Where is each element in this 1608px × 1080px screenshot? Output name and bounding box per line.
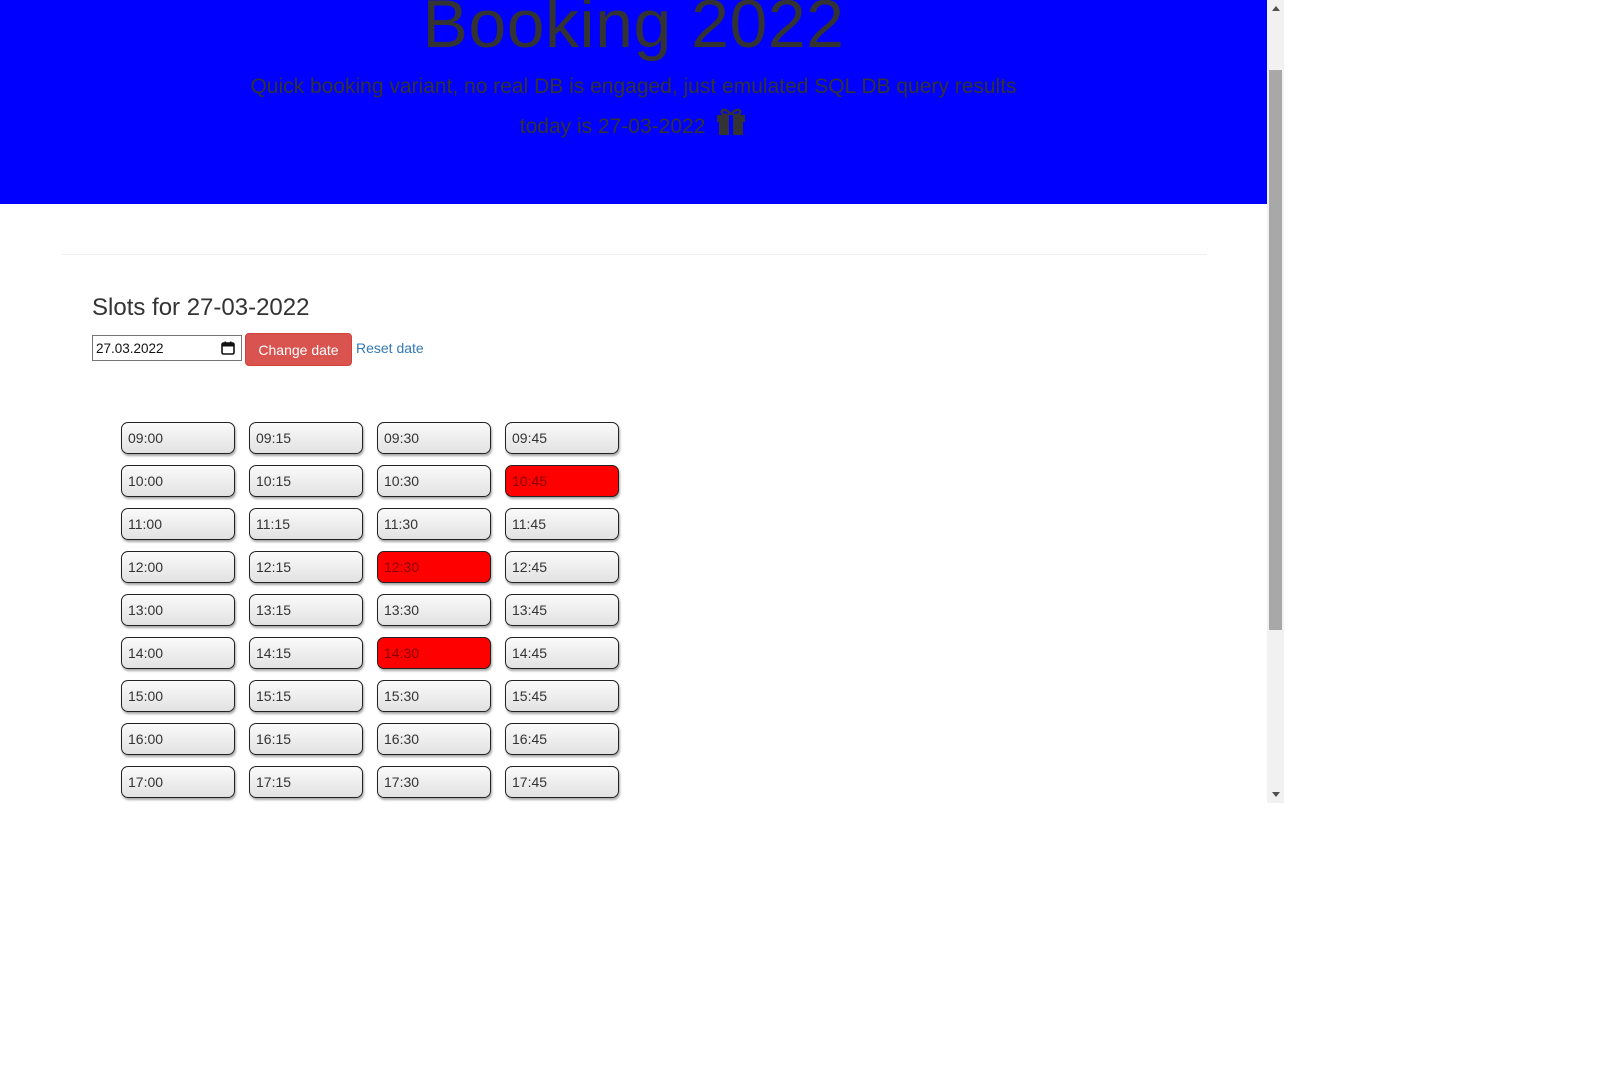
slot-button[interactable]: 12:45: [505, 551, 619, 583]
slot-button[interactable]: 15:45: [505, 680, 619, 712]
slot-button-booked[interactable]: 12:30: [377, 551, 491, 583]
slot-button[interactable]: 17:15: [249, 766, 363, 798]
slot-button[interactable]: 09:30: [377, 422, 491, 454]
slot-button[interactable]: 14:00: [121, 637, 235, 669]
page-title: Booking 2022: [422, 0, 845, 62]
slot-button[interactable]: 10:30: [377, 465, 491, 497]
change-date-button[interactable]: Change date: [245, 333, 352, 366]
slot-button[interactable]: 17:30: [377, 766, 491, 798]
scroll-up-arrow-icon[interactable]: [1267, 0, 1284, 17]
slot-button[interactable]: 13:45: [505, 594, 619, 626]
slot-button[interactable]: 12:15: [249, 551, 363, 583]
slot-button[interactable]: 16:00: [121, 723, 235, 755]
date-input-value: 27.03.2022: [96, 340, 164, 356]
slot-button[interactable]: 11:15: [249, 508, 363, 540]
slot-button[interactable]: 09:00: [121, 422, 235, 454]
slot-button[interactable]: 09:45: [505, 422, 619, 454]
today-line: today is 27-03-2022: [0, 108, 1267, 147]
gift-icon: [715, 108, 747, 147]
slot-button[interactable]: 13:30: [377, 594, 491, 626]
today-text: today is 27-03-2022: [519, 115, 706, 138]
scrollbar-thumb[interactable]: [1269, 70, 1282, 630]
slot-button[interactable]: 13:00: [121, 594, 235, 626]
slot-button[interactable]: 15:30: [377, 680, 491, 712]
slot-button[interactable]: 15:15: [249, 680, 363, 712]
slot-button-booked[interactable]: 10:45: [505, 465, 619, 497]
slot-button[interactable]: 16:15: [249, 723, 363, 755]
slot-button[interactable]: 12:00: [121, 551, 235, 583]
slot-button[interactable]: 16:45: [505, 723, 619, 755]
slot-button[interactable]: 11:30: [377, 508, 491, 540]
browser-viewport: Booking 2022 Quick booking variant, no r…: [0, 0, 1284, 811]
reset-date-link[interactable]: Reset date: [356, 340, 424, 356]
slot-button[interactable]: 15:00: [121, 680, 235, 712]
slot-grid: 09:00 09:15 09:30 09:45 10:00 10:15 10:30 10:45…: [121, 422, 619, 798]
slot-button-booked[interactable]: 14:30: [377, 637, 491, 669]
slot-button[interactable]: 17:00: [121, 766, 235, 798]
slots-heading: Slots for 27-03-2022: [92, 294, 310, 321]
slot-button[interactable]: 10:15: [249, 465, 363, 497]
vertical-scrollbar[interactable]: [1267, 0, 1284, 803]
slot-button[interactable]: 09:15: [249, 422, 363, 454]
slot-button[interactable]: 11:00: [121, 508, 235, 540]
slot-button[interactable]: 10:00: [121, 465, 235, 497]
slot-button[interactable]: 14:15: [249, 637, 363, 669]
divider: [62, 254, 1207, 255]
slot-button[interactable]: 17:45: [505, 766, 619, 798]
date-input[interactable]: 27.03.2022: [92, 335, 242, 361]
calendar-icon[interactable]: [217, 337, 239, 359]
slot-button[interactable]: 16:30: [377, 723, 491, 755]
header-banner: Booking 2022 Quick booking variant, no r…: [0, 0, 1267, 204]
slot-button[interactable]: 13:15: [249, 594, 363, 626]
slot-button[interactable]: 11:45: [505, 508, 619, 540]
page-subtitle: Quick booking variant, no real DB is eng…: [250, 75, 1017, 98]
slot-button[interactable]: 14:45: [505, 637, 619, 669]
scroll-down-arrow-icon[interactable]: [1267, 786, 1284, 803]
